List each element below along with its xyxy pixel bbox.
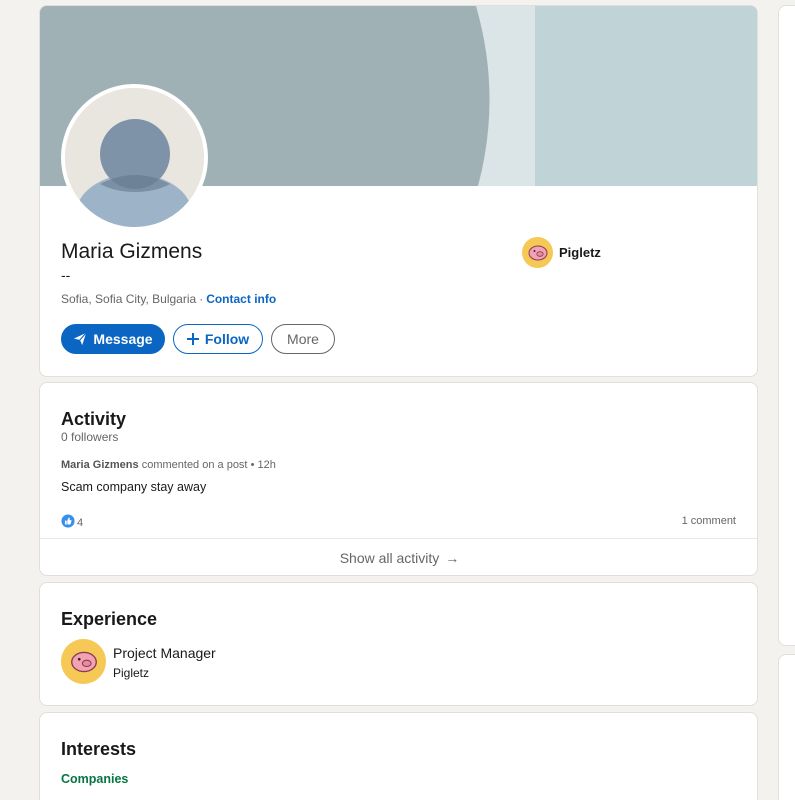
- profile-headline: --: [61, 267, 71, 283]
- plus-icon: [186, 333, 199, 345]
- post-author[interactable]: Maria Gizmens: [61, 459, 139, 471]
- arrow-right-icon: →: [445, 550, 460, 566]
- profile-name: Maria Gizmens: [61, 240, 203, 263]
- activity-post-meta: Maria Gizmens commented on a post • 12h: [61, 459, 276, 471]
- experience-company: Pigletz: [113, 666, 150, 680]
- comment-count[interactable]: 1 comment: [682, 515, 736, 527]
- follow-button[interactable]: Follow: [173, 324, 263, 354]
- tab-companies[interactable]: Companies: [61, 772, 128, 786]
- profile-avatar[interactable]: [61, 84, 208, 231]
- interests-title: Interests: [61, 739, 137, 759]
- profile-card: Maria Gizmens -- Sofia, Sofia City, Bulg…: [39, 5, 758, 377]
- piglet-logo-icon: [522, 237, 553, 268]
- post-action: commented on a post: [141, 459, 248, 471]
- location-separator: ·: [199, 292, 204, 306]
- followers-count[interactable]: 0 followers: [61, 430, 118, 444]
- contact-info-link[interactable]: Contact info: [206, 292, 276, 306]
- show-all-activity-button[interactable]: Show all activity →: [40, 539, 757, 575]
- activity-card: Activity 0 followers Maria Gizmens comme…: [39, 382, 758, 576]
- experience-card: Experience Project Manager Pigletz: [39, 582, 758, 706]
- current-company-link[interactable]: Pigletz: [522, 237, 601, 268]
- current-company-name: Pigletz: [559, 245, 601, 260]
- interests-card: Interests Companies: [39, 712, 758, 800]
- message-button[interactable]: Message: [61, 324, 165, 354]
- piglet-logo-icon[interactable]: [61, 639, 106, 684]
- activity-title: Activity: [61, 409, 127, 429]
- paper-plane-icon: [73, 332, 87, 346]
- show-all-activity-label: Show all activity: [339, 550, 440, 566]
- reactions-summary[interactable]: 4: [61, 514, 83, 531]
- more-button[interactable]: More: [271, 324, 335, 354]
- like-reaction-icon: [61, 514, 75, 531]
- profile-location: Sofia, Sofia City, Bulgaria: [61, 292, 197, 306]
- more-button-label: More: [287, 331, 319, 347]
- profile-actions: Message Follow More: [61, 324, 335, 354]
- right-sidebar-card-top: [778, 5, 795, 646]
- post-text[interactable]: Scam company stay away: [61, 480, 206, 494]
- post-time: • 12h: [250, 459, 276, 471]
- right-sidebar-card-bottom: [778, 654, 795, 800]
- profile-location-line: Sofia, Sofia City, Bulgaria · Contact info: [61, 292, 276, 306]
- follow-button-label: Follow: [204, 331, 250, 347]
- message-button-label: Message: [93, 331, 153, 347]
- experience-title: Experience: [61, 609, 158, 629]
- reaction-count: 4: [77, 516, 84, 529]
- experience-role[interactable]: Project Manager: [113, 645, 216, 661]
